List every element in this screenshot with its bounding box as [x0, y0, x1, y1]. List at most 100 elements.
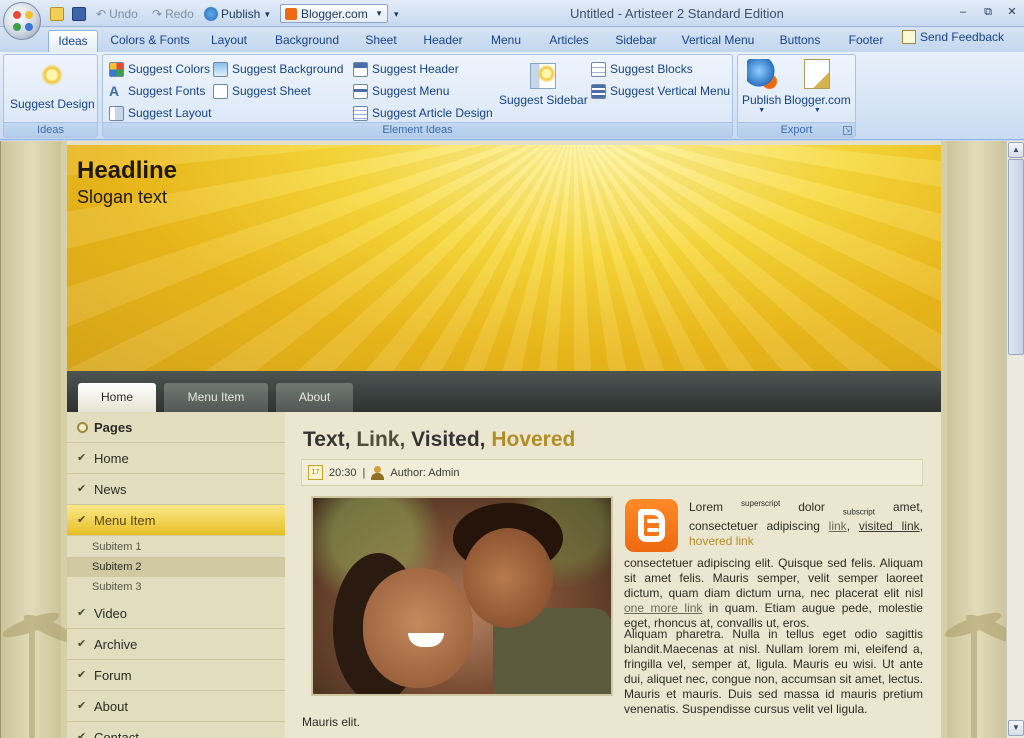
- sidebar-item-archive[interactable]: ✔ Archive: [67, 629, 285, 660]
- undo-button[interactable]: ↶ Undo: [96, 5, 138, 23]
- suggest-fonts-button[interactable]: A Suggest Fonts: [109, 81, 205, 101]
- menu-item-about[interactable]: About: [276, 383, 353, 412]
- sidebar-bulb-icon: [530, 63, 557, 89]
- vertical-menu-icon: [591, 83, 606, 99]
- blogger-export-button[interactable]: Blogger.com ▼: [784, 59, 851, 114]
- element-ideas-group: Suggest Colors A Suggest Fonts Suggest L…: [102, 54, 733, 138]
- design-preview: Headline Slogan text Home Menu Item Abou…: [0, 141, 1006, 738]
- suggest-layout-button[interactable]: Suggest Layout: [109, 103, 211, 123]
- post-time: 20:30: [329, 466, 357, 479]
- sidebar-item-menu-item[interactable]: ✔ Menu Item: [67, 505, 285, 536]
- hovered-link[interactable]: hovered link: [689, 534, 754, 548]
- open-icon[interactable]: [50, 5, 64, 23]
- one-more-link[interactable]: one more link: [624, 601, 702, 615]
- ideas-group-label: Ideas: [4, 122, 97, 137]
- sidebar-item-contact[interactable]: ✔ Contact: [67, 722, 285, 738]
- sidebar-subitem-2[interactable]: Subitem 2: [67, 557, 285, 577]
- title-hovered[interactable]: Hovered: [491, 428, 575, 451]
- sample-link[interactable]: link: [829, 519, 847, 533]
- scroll-thumb[interactable]: [1008, 159, 1024, 355]
- tab-articles[interactable]: Articles: [540, 30, 598, 52]
- export-group: Publish ▼ Blogger.com ▼ Export ↘: [737, 54, 856, 138]
- visited-link[interactable]: visited link: [859, 519, 920, 533]
- sidebar-heading-pages: Pages: [67, 412, 285, 443]
- redo-button[interactable]: ↷ Redo: [152, 5, 194, 23]
- post-paragraph-2: Aliquam pharetra. Nulla in tellus eget o…: [624, 627, 923, 716]
- tab-footer[interactable]: Footer: [840, 30, 892, 52]
- tab-layout[interactable]: Layout: [202, 30, 256, 52]
- blogger-logo-icon: [625, 499, 678, 552]
- sidebar-subitem-3[interactable]: Subitem 3: [67, 577, 285, 597]
- target-combo[interactable]: Blogger.com ▼: [280, 4, 388, 23]
- scroll-down-icon[interactable]: ▼: [1008, 720, 1024, 736]
- minimize-button[interactable]: ‒: [955, 5, 971, 19]
- sidebar-item-forum[interactable]: ✔ Forum: [67, 660, 285, 691]
- sidebar-item-about[interactable]: ✔ About: [67, 691, 285, 722]
- top-menu: Home Menu Item About: [67, 371, 941, 412]
- suggest-sidebar-button[interactable]: Suggest Sidebar: [499, 63, 588, 107]
- blogger-icon: [285, 7, 297, 20]
- post-photo: [311, 496, 613, 696]
- suggest-background-button[interactable]: Suggest Background: [213, 59, 343, 79]
- suggest-vertical-menu-button[interactable]: Suggest Vertical Menu: [591, 81, 730, 101]
- suggest-header-button[interactable]: Suggest Header: [353, 59, 459, 79]
- tab-vertical-menu[interactable]: Vertical Menu: [674, 30, 762, 52]
- restore-button[interactable]: ⧉: [980, 5, 996, 19]
- chevron-down-icon: ▼: [375, 9, 383, 18]
- tab-ideas[interactable]: Ideas: [48, 30, 98, 52]
- sidebar-item-video[interactable]: ✔ Video: [67, 598, 285, 629]
- sheet-icon: [213, 83, 228, 99]
- send-feedback-button[interactable]: Send Feedback: [902, 30, 1004, 44]
- title-visited[interactable]: Visited,: [411, 428, 485, 451]
- sidebar-item-home[interactable]: ✔ Home: [67, 443, 285, 474]
- suggest-sheet-button[interactable]: Suggest Sheet: [213, 81, 311, 101]
- sunburst-decoration: [67, 145, 941, 371]
- suggest-design-button[interactable]: Suggest Design: [10, 63, 95, 111]
- layout-icon: [109, 105, 124, 121]
- article-icon: [353, 105, 368, 121]
- ideas-group: Suggest Design Ideas: [3, 54, 98, 138]
- feedback-icon: [902, 30, 916, 44]
- publish-quick-button[interactable]: Publish ▼: [204, 5, 271, 23]
- suggest-article-design-button[interactable]: Suggest Article Design: [353, 103, 493, 123]
- font-icon: A: [109, 82, 120, 99]
- tab-background[interactable]: Background: [266, 30, 348, 52]
- ribbon-tabs: Ideas Colors & Fonts Layout Background S…: [0, 27, 1024, 52]
- palm-decoration-right: [941, 588, 1006, 738]
- tab-buttons[interactable]: Buttons: [772, 30, 828, 52]
- tab-menu[interactable]: Menu: [482, 30, 530, 52]
- suggest-colors-button[interactable]: Suggest Colors: [109, 59, 210, 79]
- vertical-menu: Pages ✔ Home ✔ News ✔ Menu Item Subitem 1 S…: [67, 412, 285, 738]
- header-icon: [353, 61, 368, 77]
- menu-item-home[interactable]: Home: [78, 383, 156, 412]
- dialog-launcher-icon[interactable]: ↘: [843, 126, 852, 135]
- chevron-down-icon: ▼: [813, 107, 821, 114]
- calendar-icon: 17: [308, 465, 323, 480]
- site-header: Headline Slogan text: [67, 145, 941, 371]
- save-icon[interactable]: [72, 5, 86, 23]
- post-author: Author: Admin: [390, 466, 460, 479]
- chevron-down-icon: ▼: [758, 107, 766, 114]
- suggest-blocks-button[interactable]: Suggest Blocks: [591, 59, 693, 79]
- tab-colors-fonts[interactable]: Colors & Fonts: [104, 30, 196, 52]
- office-orb-icon[interactable]: [3, 2, 41, 40]
- tab-header[interactable]: Header: [414, 30, 472, 52]
- scroll-up-icon[interactable]: ▲: [1008, 142, 1024, 158]
- title-link[interactable]: Link,: [356, 428, 405, 451]
- tab-sidebar[interactable]: Sidebar: [608, 30, 664, 52]
- sidebar-item-news[interactable]: ✔ News: [67, 474, 285, 505]
- sidebar-subitem-1[interactable]: Subitem 1: [67, 537, 285, 557]
- close-button[interactable]: ✕: [1004, 5, 1020, 19]
- element-ideas-group-label: Element Ideas: [103, 122, 732, 137]
- menu-item-menu-item[interactable]: Menu Item: [164, 383, 268, 412]
- customize-quick-access-icon[interactable]: ▾: [394, 5, 399, 23]
- post-meta: 17 20:30 | Author: Admin: [301, 459, 923, 486]
- post-paragraph-1-top: Lorem superscript dolor subscript amet, …: [689, 499, 923, 549]
- check-icon: ✔: [77, 700, 87, 712]
- globe-publish-icon: [746, 59, 777, 89]
- tab-sheet[interactable]: Sheet: [358, 30, 404, 52]
- export-group-label: Export: [738, 122, 855, 137]
- publish-button[interactable]: Publish ▼: [742, 59, 781, 114]
- suggest-menu-button[interactable]: Suggest Menu: [353, 81, 449, 101]
- vertical-scrollbar[interactable]: ▲ ▼: [1006, 141, 1024, 738]
